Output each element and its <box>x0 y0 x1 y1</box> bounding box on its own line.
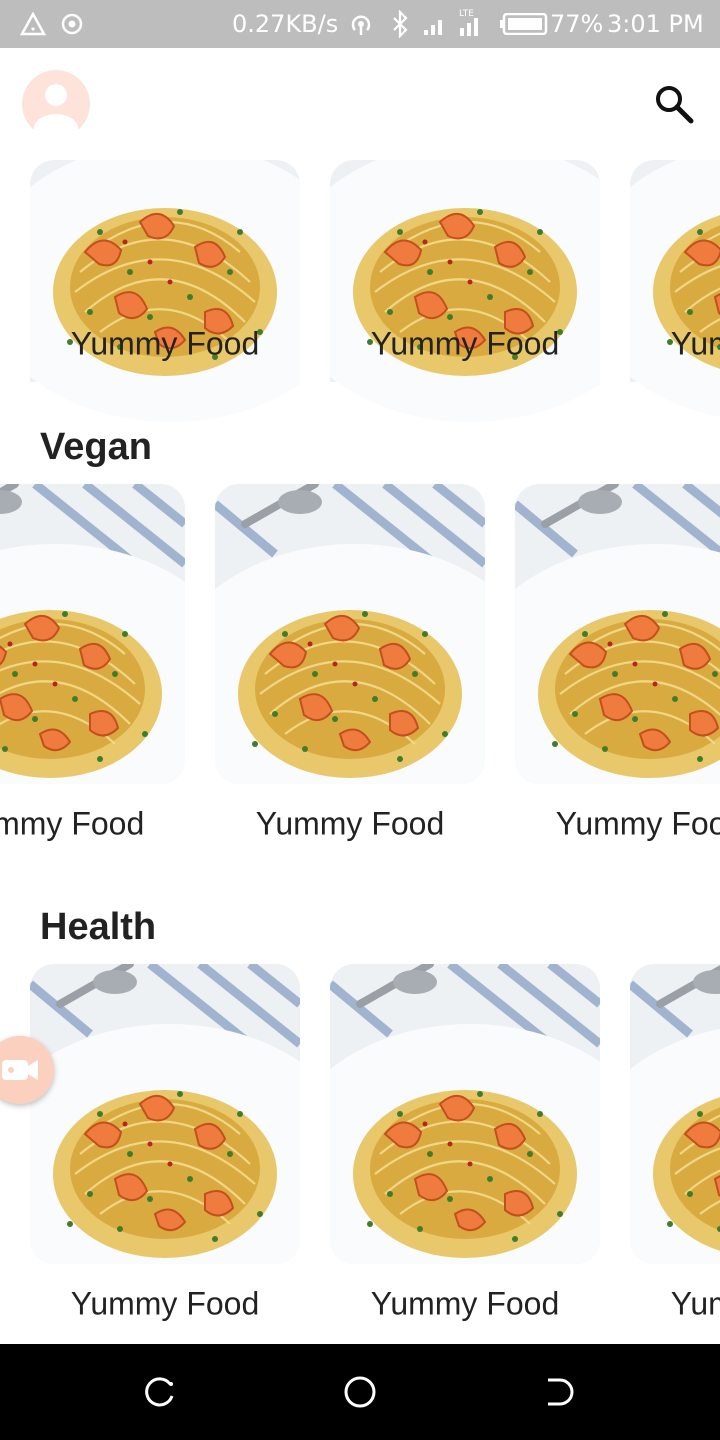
food-image <box>330 160 600 460</box>
food-image <box>30 964 300 1264</box>
video-camera-button[interactable] <box>0 1036 54 1104</box>
food-row[interactable]: Yummy Food Yummy Food Yummy Food <box>0 484 720 884</box>
person-icon <box>34 84 78 138</box>
food-row[interactable]: Yummy Food Yummy Food Yummy Food <box>0 964 720 1364</box>
section-title-health: Health <box>40 906 157 948</box>
food-card-label: Yummy Food <box>370 1285 560 1322</box>
food-image <box>215 484 485 784</box>
food-card[interactable]: Yummy Food <box>515 484 720 842</box>
video-camera-icon <box>2 1060 38 1080</box>
recent-apps-icon[interactable] <box>140 1372 180 1412</box>
food-card[interactable]: Yummy Food <box>630 964 720 1322</box>
food-card-label: Yummy Food <box>670 325 720 362</box>
search-icon <box>656 86 694 124</box>
food-image <box>515 484 720 784</box>
battery-icon <box>500 13 548 35</box>
food-card-label: Yummy Food <box>70 1285 260 1322</box>
food-card-label: Yummy Food <box>255 805 445 842</box>
navigation-bar <box>0 1344 720 1440</box>
hotspot-icon <box>351 15 371 35</box>
back-icon[interactable] <box>540 1372 580 1412</box>
food-card-label: Yummy Food <box>670 1285 720 1322</box>
network-speed: 0.27KB/s <box>232 10 339 38</box>
alert-triangle-icon <box>20 12 46 36</box>
food-card[interactable]: Yummy Food <box>215 484 485 842</box>
food-image <box>30 160 300 460</box>
food-card-label: Yummy Food <box>0 805 145 842</box>
food-image <box>330 964 600 1264</box>
app-bar <box>0 48 720 160</box>
signal-icon <box>424 20 442 35</box>
food-card-label: Yummy Food <box>370 325 560 362</box>
food-image <box>630 160 720 460</box>
status-time: 3:01 PM <box>607 10 704 38</box>
status-bar: 0.27KB/s LTE 77% 3:01 PM <box>0 0 720 48</box>
food-card[interactable]: Yummy Food <box>30 160 300 460</box>
food-image <box>0 484 185 784</box>
bluetooth-icon <box>393 10 408 38</box>
food-card-label: Yummy Food <box>70 325 260 362</box>
food-card-label: Yummy Food <box>555 805 720 842</box>
lte-signal-icon: LTE <box>459 9 478 36</box>
svg-text:LTE: LTE <box>459 9 474 19</box>
food-image <box>630 964 720 1264</box>
food-card[interactable]: Yummy Food <box>630 160 720 460</box>
food-card[interactable]: Yummy Food <box>30 964 300 1322</box>
food-card[interactable]: Yummy Food <box>330 964 600 1322</box>
target-icon <box>61 13 83 35</box>
food-card[interactable]: Yummy Food <box>0 484 185 842</box>
search-button[interactable] <box>652 82 696 126</box>
avatar[interactable] <box>22 70 90 138</box>
food-card[interactable]: Yummy Food <box>330 160 600 460</box>
battery-percent: 77% <box>550 10 604 38</box>
section-title-vegan: Vegan <box>40 426 152 468</box>
home-icon[interactable] <box>340 1372 380 1412</box>
